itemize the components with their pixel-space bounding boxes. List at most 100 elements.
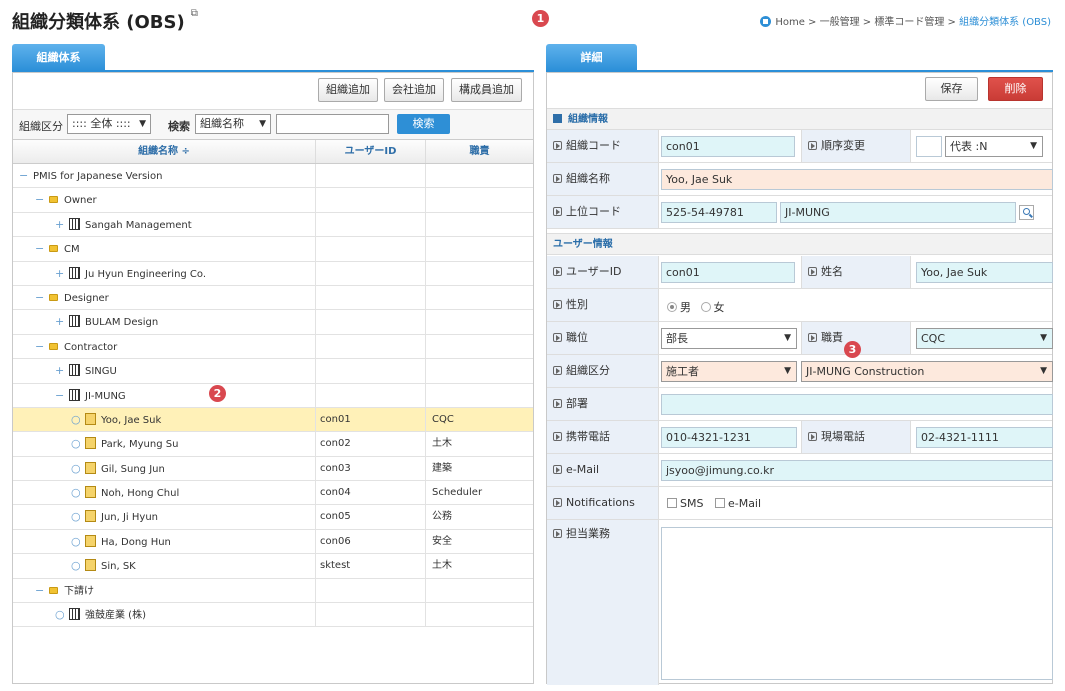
breadcrumb-codes[interactable]: 標準コード管理 — [874, 17, 944, 28]
tree-row[interactable]: ○ Noh, Hong Chul con04 Scheduler — [13, 481, 533, 506]
tree-row[interactable]: − Contractor — [13, 334, 533, 360]
email-checkbox[interactable] — [714, 498, 725, 508]
tab-org-structure[interactable]: 組織体系 — [12, 44, 105, 71]
expand-icon[interactable]: + — [55, 310, 64, 333]
tree-node-name[interactable]: Ha, Dong Hun — [101, 531, 171, 553]
collapse-icon[interactable]: − — [35, 188, 44, 211]
collapse-icon[interactable]: − — [35, 579, 44, 602]
user-id-field[interactable]: con01 — [661, 262, 795, 283]
email-label: e-Mail — [547, 454, 659, 486]
leaf-icon[interactable]: ○ — [71, 408, 81, 431]
add-org-button[interactable]: 組織追加 — [318, 78, 378, 102]
tree-node-name[interactable]: CM — [64, 238, 80, 260]
tree-node-name[interactable]: Noh, Hong Chul — [101, 482, 179, 504]
tree-row[interactable]: ○ Jun, Ji Hyun con05 公務 — [13, 505, 533, 530]
tree-row[interactable]: + Ju Hyun Engineering Co. — [13, 261, 533, 286]
tree-node-name[interactable]: 下請け — [64, 580, 94, 602]
tree-node-name[interactable]: Park, Myung Su — [101, 433, 178, 455]
leaf-icon[interactable]: ○ — [71, 530, 81, 553]
leaf-icon[interactable]: ○ — [71, 457, 81, 480]
leaf-icon[interactable]: ○ — [71, 505, 81, 528]
leaf-icon[interactable]: ○ — [55, 603, 65, 626]
collapse-icon[interactable]: − — [35, 286, 44, 309]
org-name-field[interactable]: Yoo, Jae Suk — [661, 169, 1053, 190]
tree-node-name[interactable]: SINGU — [85, 360, 117, 382]
dept-field[interactable] — [661, 394, 1053, 415]
tab-details[interactable]: 詳細 — [546, 44, 637, 71]
gender-female-radio[interactable] — [700, 302, 711, 312]
duty-textarea[interactable] — [661, 527, 1053, 680]
leaf-icon[interactable]: ○ — [71, 481, 81, 504]
tree-node-name[interactable]: PMIS for Japanese Version — [33, 165, 162, 187]
tree-row[interactable]: ○ Yoo, Jae Suk con01 CQC — [13, 407, 533, 433]
home-icon[interactable] — [760, 16, 772, 27]
column-header-role[interactable]: 職責 — [426, 140, 533, 163]
search-icon[interactable] — [1019, 205, 1034, 220]
tree-row[interactable]: − PMIS for Japanese Version — [13, 164, 533, 189]
tree-node-name[interactable]: JI-MUNG — [85, 385, 126, 407]
save-button[interactable]: 保存 — [925, 77, 978, 101]
search-field-select[interactable]: 組織名称 ▼ — [195, 114, 271, 134]
add-member-button[interactable]: 構成員追加 — [451, 78, 522, 102]
tree-row[interactable]: + BULAM Design — [13, 310, 533, 335]
expand-icon[interactable]: + — [55, 262, 64, 285]
tree-node-name[interactable]: Ju Hyun Engineering Co. — [85, 263, 206, 285]
column-header-name[interactable]: 組織名称 ÷ — [13, 140, 316, 163]
tree-node-name[interactable]: Jun, Ji Hyun — [101, 506, 158, 528]
tree-node-name[interactable]: Sin, SK — [101, 555, 136, 577]
parent-code-field[interactable]: 525-54-49781 — [661, 202, 777, 223]
tree-row[interactable]: + Sangah Management — [13, 212, 533, 238]
collapse-icon[interactable]: − — [35, 237, 44, 260]
company-select[interactable]: JI-MUNG Construction ▼ — [801, 361, 1053, 382]
org-type-select[interactable]: :::: 全体 :::: ▼ — [67, 114, 151, 134]
parent-name-field[interactable]: JI-MUNG — [780, 202, 1016, 223]
order-field[interactable] — [916, 136, 942, 157]
tree-row[interactable]: ○ Park, Myung Su con02 土木 — [13, 432, 533, 457]
breadcrumb-general[interactable]: 一般管理 — [820, 17, 860, 28]
tree-node-name[interactable]: 強鼓産業 (株) — [85, 604, 146, 626]
sms-checkbox[interactable] — [667, 498, 677, 508]
tree-node-name[interactable]: Owner — [64, 189, 97, 211]
column-header-user-id[interactable]: ユーザーID — [316, 140, 426, 163]
tree-row[interactable]: + SINGU — [13, 359, 533, 384]
tree-row[interactable]: − JI-MUNG — [13, 383, 533, 408]
search-button[interactable]: 検索 — [397, 114, 450, 134]
delete-button[interactable]: 削除 — [988, 77, 1043, 101]
org-type-field-select[interactable]: 施工者 ▼ — [661, 361, 797, 382]
collapse-icon[interactable]: − — [55, 384, 64, 407]
tree-node-name[interactable]: Gil, Sung Jun — [101, 458, 165, 480]
email-field[interactable]: jsyoo@jimung.co.kr — [661, 460, 1053, 481]
collapse-icon[interactable]: − — [35, 335, 44, 358]
tree-row[interactable]: − 下請け — [13, 578, 533, 604]
tree-row[interactable]: ○ Ha, Dong Hun con06 安全 — [13, 529, 533, 555]
leaf-icon[interactable]: ○ — [71, 554, 81, 577]
full-name-field[interactable]: Yoo, Jae Suk — [916, 262, 1053, 283]
tree-row[interactable]: ○ 強鼓産業 (株) — [13, 603, 533, 628]
tree-row[interactable]: ○ Gil, Sung Jun con03 建築 — [13, 456, 533, 482]
tree-node-name[interactable]: Sangah Management — [85, 214, 192, 236]
tree-node-name[interactable]: Yoo, Jae Suk — [101, 409, 161, 431]
search-input[interactable] — [276, 114, 389, 134]
tree-node-name[interactable]: Designer — [64, 287, 109, 309]
add-company-button[interactable]: 会社追加 — [384, 78, 444, 102]
mobile-field[interactable]: 010-4321-1231 — [661, 427, 797, 448]
expand-icon[interactable]: + — [55, 359, 64, 382]
org-code-field[interactable]: con01 — [661, 136, 795, 157]
gender-male-radio[interactable] — [667, 302, 677, 312]
site-phone-field[interactable]: 02-4321-1111 — [916, 427, 1053, 448]
expand-icon[interactable]: + — [55, 213, 64, 236]
collapse-icon[interactable]: − — [19, 164, 28, 187]
tree-node-name[interactable]: BULAM Design — [85, 311, 158, 333]
external-link-icon[interactable]: ⧉ — [191, 8, 198, 19]
tree-node-name[interactable]: Contractor — [64, 336, 117, 358]
role-select[interactable]: CQC ▼ — [916, 328, 1053, 349]
tree-row[interactable]: − CM — [13, 237, 533, 262]
position-select[interactable]: 部長 ▼ — [661, 328, 797, 349]
leaf-icon[interactable]: ○ — [71, 432, 81, 455]
tree-row[interactable]: − Designer — [13, 285, 533, 311]
representative-select[interactable]: 代表 :N ▼ — [945, 136, 1043, 157]
tree-row[interactable]: ○ Sin, SK sktest 土木 — [13, 554, 533, 579]
role-cell: CQC — [432, 413, 454, 425]
breadcrumb-home[interactable]: Home — [775, 17, 805, 28]
tree-row[interactable]: − Owner — [13, 188, 533, 213]
